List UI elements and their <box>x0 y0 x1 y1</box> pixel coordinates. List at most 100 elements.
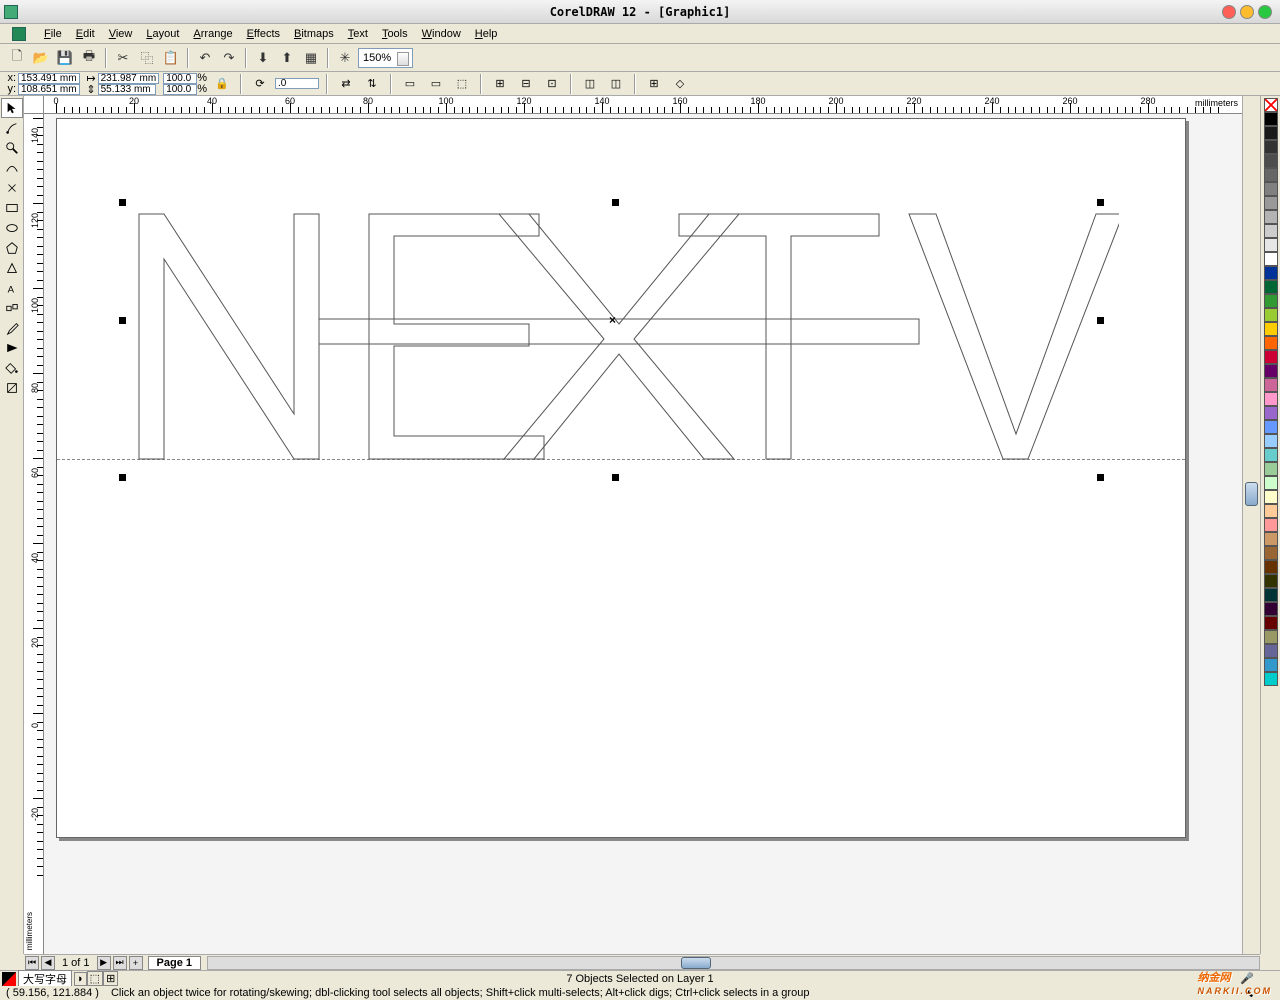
outline-tool[interactable] <box>1 338 23 358</box>
color-swatch[interactable] <box>1264 154 1278 168</box>
scale-x-field[interactable]: 100.0 <box>163 73 197 84</box>
color-swatch[interactable] <box>1264 280 1278 294</box>
y-field[interactable]: 108.651 mm <box>18 84 80 95</box>
selection-handle[interactable] <box>1097 317 1104 324</box>
artwork[interactable] <box>119 204 1119 467</box>
lock-ratio-button[interactable]: 🔒 <box>211 74 233 94</box>
height-field[interactable]: 55.133 mm <box>98 84 156 95</box>
close-button[interactable] <box>1222 5 1236 19</box>
copy-button[interactable]: ⿻ <box>136 47 158 69</box>
color-swatch[interactable] <box>1264 322 1278 336</box>
color-swatch[interactable] <box>1264 644 1278 658</box>
color-swatch[interactable] <box>1264 350 1278 364</box>
selection-handle[interactable] <box>612 199 619 206</box>
freehand-tool[interactable] <box>1 158 23 178</box>
wrap-button[interactable]: ⬚ <box>451 74 473 94</box>
break-button[interactable]: ◫ <box>605 74 627 94</box>
x-field[interactable]: 153.491 mm <box>18 73 80 84</box>
horizontal-scrollbar[interactable] <box>207 956 1260 970</box>
color-swatch[interactable] <box>1264 490 1278 504</box>
shape-tool[interactable] <box>1 118 23 138</box>
selection-handle[interactable] <box>1097 199 1104 206</box>
color-swatch[interactable] <box>1264 112 1278 126</box>
selection-handle[interactable] <box>119 199 126 206</box>
open-button[interactable]: 📂 <box>30 47 52 69</box>
color-swatch[interactable] <box>1264 434 1278 448</box>
color-swatch[interactable] <box>1264 602 1278 616</box>
next-page-button[interactable]: ▶ <box>97 956 111 970</box>
color-swatch[interactable] <box>1264 504 1278 518</box>
selection-handle[interactable] <box>119 474 126 481</box>
add-page-button[interactable]: + <box>129 956 143 970</box>
new-button[interactable]: 🗋 <box>6 47 28 69</box>
vertical-scrollbar[interactable] <box>1242 96 1260 954</box>
scrollbar-thumb[interactable] <box>1245 482 1258 506</box>
color-swatch[interactable] <box>1264 336 1278 350</box>
ungroup-all-button[interactable]: ⊡ <box>541 74 563 94</box>
menu-effects[interactable]: Effects <box>247 28 280 40</box>
color-swatch[interactable] <box>1264 266 1278 280</box>
smart-draw-tool[interactable] <box>1 178 23 198</box>
to-front-button[interactable]: ▭ <box>399 74 421 94</box>
prev-page-button[interactable]: ◀ <box>41 956 55 970</box>
color-swatch[interactable] <box>1264 392 1278 406</box>
export-button[interactable]: ⬆ <box>276 47 298 69</box>
pick-tool[interactable] <box>1 98 23 118</box>
mirror-v-button[interactable]: ⇅ <box>361 74 383 94</box>
color-swatch[interactable] <box>1264 672 1278 686</box>
canvas-area[interactable]: millimeters02040608010012014016018020022… <box>24 96 1242 954</box>
minimize-button[interactable] <box>1240 5 1254 19</box>
color-swatch[interactable] <box>1264 588 1278 602</box>
ruler-corner[interactable] <box>24 96 44 114</box>
fill-tool[interactable] <box>1 358 23 378</box>
ruler-horizontal[interactable]: millimeters02040608010012014016018020022… <box>44 96 1242 114</box>
undo-button[interactable]: ↶ <box>194 47 216 69</box>
zoom-level[interactable]: 150% <box>358 48 413 68</box>
color-swatch[interactable] <box>1264 420 1278 434</box>
mirror-h-button[interactable]: ⇄ <box>335 74 357 94</box>
redo-button[interactable]: ↷ <box>218 47 240 69</box>
zoom-tool[interactable] <box>1 138 23 158</box>
ellipse-tool[interactable] <box>1 218 23 238</box>
color-swatch[interactable] <box>1264 378 1278 392</box>
color-swatch[interactable] <box>1264 126 1278 140</box>
menu-view[interactable]: View <box>109 28 133 40</box>
color-swatch[interactable] <box>1264 658 1278 672</box>
menu-tools[interactable]: Tools <box>382 28 408 40</box>
app-launcher-button[interactable]: ▦ <box>300 47 322 69</box>
color-swatch[interactable] <box>1264 448 1278 462</box>
menu-help[interactable]: Help <box>475 28 498 40</box>
cut-button[interactable]: ✂ <box>112 47 134 69</box>
color-swatch[interactable] <box>1264 462 1278 476</box>
scrollbar-thumb[interactable] <box>681 957 711 969</box>
menu-layout[interactable]: Layout <box>146 28 179 40</box>
to-back-button[interactable]: ▭ <box>425 74 447 94</box>
align-button[interactable]: ⊞ <box>643 74 665 94</box>
save-button[interactable]: 💾 <box>54 47 76 69</box>
paste-button[interactable]: 📋 <box>160 47 182 69</box>
ungroup-button[interactable]: ⊟ <box>515 74 537 94</box>
color-swatch[interactable] <box>1264 140 1278 154</box>
no-fill-swatch[interactable] <box>1264 98 1278 112</box>
fill-outline-indicator[interactable] <box>2 972 16 986</box>
color-swatch[interactable] <box>1264 182 1278 196</box>
color-swatch[interactable] <box>1264 406 1278 420</box>
corel-online-button[interactable]: ✳ <box>334 47 356 69</box>
color-swatch[interactable] <box>1264 616 1278 630</box>
color-swatch[interactable] <box>1264 364 1278 378</box>
color-swatch[interactable] <box>1264 532 1278 546</box>
polygon-tool[interactable] <box>1 238 23 258</box>
last-page-button[interactable]: ⏭ <box>113 956 127 970</box>
menu-window[interactable]: Window <box>422 28 461 40</box>
eyedropper-tool[interactable] <box>1 318 23 338</box>
color-swatch[interactable] <box>1264 210 1278 224</box>
interactive-fill-tool[interactable] <box>1 378 23 398</box>
menu-edit[interactable]: Edit <box>76 28 95 40</box>
color-swatch[interactable] <box>1264 574 1278 588</box>
scale-y-field[interactable]: 100.0 <box>163 84 197 95</box>
combine-button[interactable]: ◫ <box>579 74 601 94</box>
selection-handle[interactable] <box>1097 474 1104 481</box>
color-swatch[interactable] <box>1264 560 1278 574</box>
color-swatch[interactable] <box>1264 168 1278 182</box>
color-swatch[interactable] <box>1264 546 1278 560</box>
